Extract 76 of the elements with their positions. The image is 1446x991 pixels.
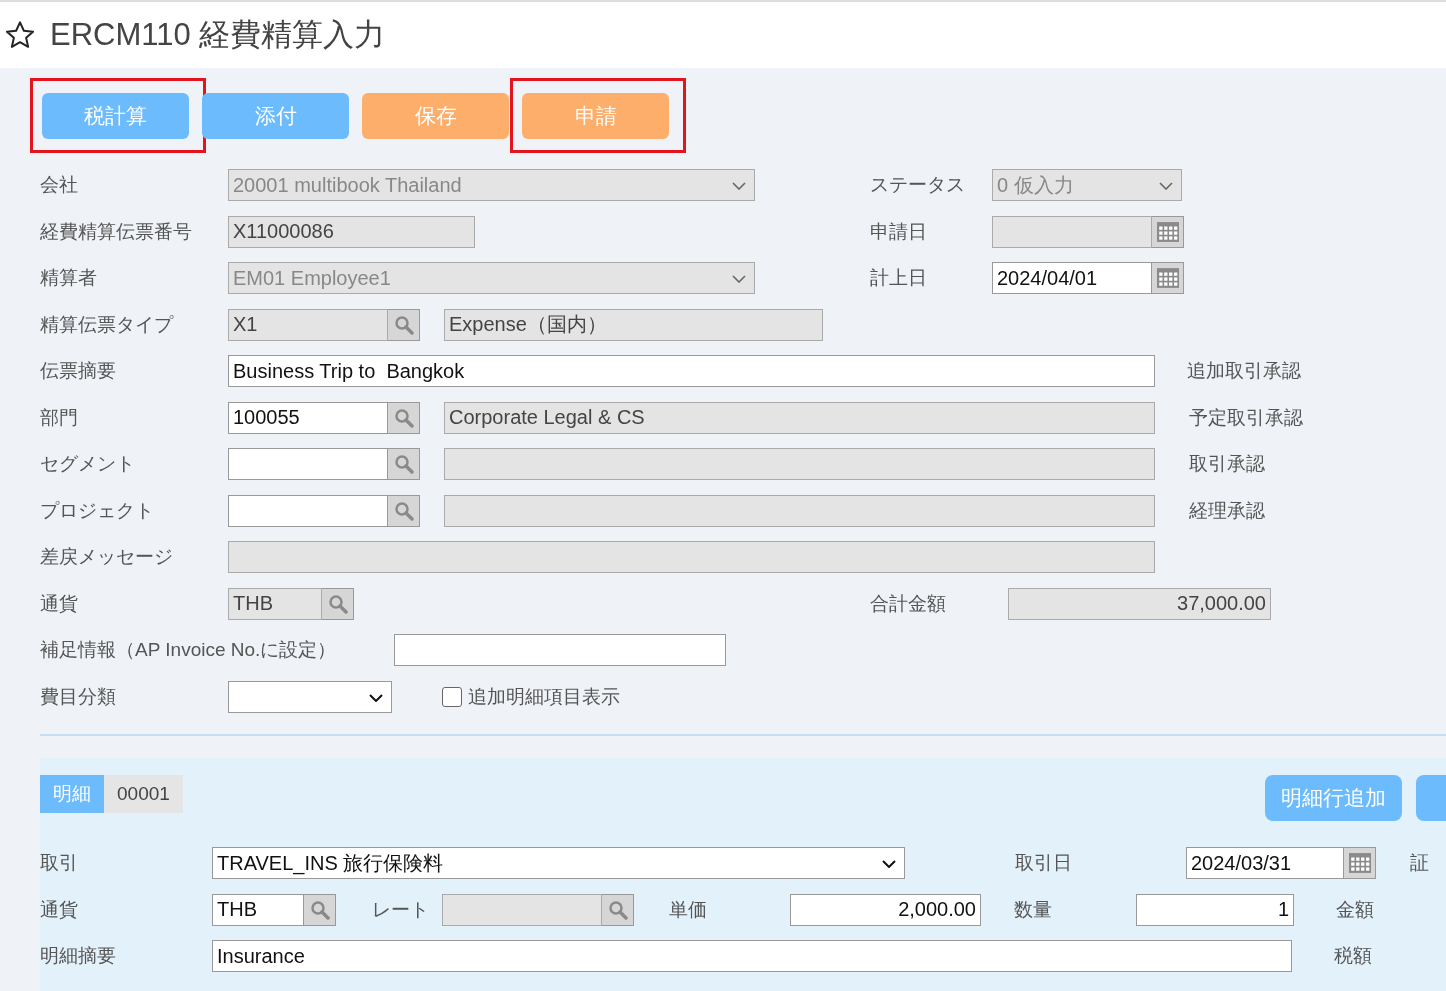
code-field[interactable]: 100055 [228,401,388,434]
name-field: Expense（国内） [444,308,823,341]
field-label: 差戻メッセージ [40,545,174,570]
approval-label: 予定取引承認 [1189,405,1304,430]
quantity-field[interactable]: 1 [1136,893,1294,926]
search-button[interactable] [304,893,336,926]
field-label: 精算伝票タイプ [40,312,175,337]
field-label: プロジェクト [40,498,155,523]
field-label: セグメント [40,452,136,477]
search-button[interactable] [388,401,420,434]
search-icon [327,593,348,614]
search-button[interactable] [322,587,354,620]
search-icon [309,899,330,920]
chevron-icon [369,693,383,702]
field-label: 補足情報（AP Invoice No.に設定） [40,638,338,663]
search-button[interactable] [602,893,634,926]
field-label: 証 [1410,851,1430,876]
field-label: 通貨 [40,591,79,616]
search-icon [393,454,414,475]
calendar-button[interactable] [1152,262,1184,295]
unit-price-field[interactable]: 2,000.00 [790,893,981,926]
description-field[interactable]: Insurance [212,940,1292,973]
field-label: レート [372,897,430,922]
search-button[interactable] [388,494,420,527]
field-label: ステータス [870,173,966,198]
detail-tab[interactable]: 00001 [104,775,183,813]
date-field[interactable]: 2024/04/01 [992,262,1152,295]
field-label: 経費精算伝票番号 [40,219,193,244]
calendar-icon [1348,853,1371,874]
field-label: 費目分類 [40,684,117,709]
category-dropdown[interactable] [228,680,392,713]
checkbox[interactable] [442,686,462,707]
search-button[interactable] [388,448,420,481]
field-label: 精算者 [40,266,98,291]
search-icon [393,314,414,335]
total-amount-field: 37,000.00 [1008,587,1271,620]
field-label: 金額 [1336,897,1375,922]
calendar-button[interactable] [1152,215,1184,248]
search-button[interactable] [388,308,420,341]
approval-label: 経理承認 [1189,498,1266,523]
chevron-icon [732,275,746,284]
chevron-icon [882,860,896,869]
field-label: 通貨 [40,897,79,922]
field-label: 数量 [1014,897,1053,922]
transaction-dropdown[interactable]: TRAVEL_INS 旅行保険料 [212,847,905,880]
summary-field[interactable]: Business Trip to Bangkok [228,355,1155,388]
chevron-icon [732,182,746,191]
page-title: ERCM110 経費精算入力 [50,16,386,54]
field-label: 会社 [40,173,79,198]
field-label: 税額 [1334,944,1373,969]
checkbox-label[interactable]: 追加明細項目表示 [468,683,620,710]
calendar-icon [1156,268,1179,289]
search-icon [393,407,414,428]
field-label: 合計金額 [870,591,947,616]
search-icon [393,500,414,521]
field-label: 取引 [40,851,79,876]
field-label: 申請日 [870,219,928,244]
approval-label: 取引承認 [1189,452,1266,477]
field-label: 計上日 [870,266,928,291]
chevron-icon [1159,182,1173,191]
code-field[interactable] [228,494,388,527]
currency-field[interactable]: THB [212,893,304,926]
field-label: 明細摘要 [40,944,117,969]
date-field[interactable]: 2024/03/31 [1186,847,1344,880]
text-field[interactable] [394,634,726,667]
approval-label: 追加取引承認 [1187,359,1302,384]
field-label: 伝票摘要 [40,359,117,384]
name-field: Corporate Legal & CS [444,401,1155,434]
field-label: 取引日 [1015,851,1073,876]
calendar-button[interactable] [1344,847,1376,880]
field-label: 部門 [40,405,79,430]
star-icon[interactable] [4,19,36,51]
search-icon [607,899,628,920]
field-label: 単価 [669,897,708,922]
code-field[interactable] [228,448,388,481]
calendar-icon [1156,221,1179,242]
